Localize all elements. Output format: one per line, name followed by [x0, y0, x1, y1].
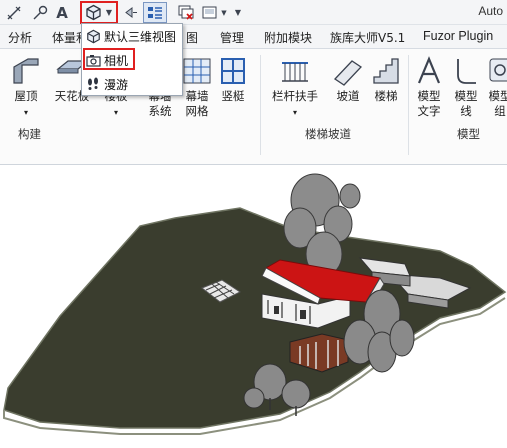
stair-icon — [373, 58, 399, 84]
tab-manage[interactable]: 管理 — [220, 29, 244, 46]
tab-fuzor-plugin[interactable]: Fuzor Plugin — [423, 29, 493, 43]
ramp-icon — [333, 60, 363, 86]
model-text-button[interactable]: 模型 文字 — [412, 55, 446, 119]
chevron-down-icon: ▾ — [23, 108, 28, 117]
quick-access-toolbar: A ▼ ▼ ▼ Auto — [0, 0, 507, 25]
text-icon[interactable]: A — [55, 3, 69, 22]
railing-label: 栏杆扶手 — [272, 89, 318, 103]
tab-analyze[interactable]: 分析 — [8, 29, 32, 46]
customize-arrow-icon[interactable]: ▼ — [233, 3, 243, 22]
mullion-button[interactable]: 竖梃 — [216, 55, 250, 104]
curtain-grid-icon — [183, 58, 211, 84]
walkthrough-footprints-icon — [85, 76, 101, 92]
model-text-icon — [417, 56, 441, 84]
mullion-icon — [221, 58, 245, 84]
model-group-label: 模型 组 — [488, 89, 507, 118]
menu-item-label: 默认三维视图 — [104, 29, 177, 44]
tab-addins[interactable]: 附加模块 — [264, 29, 312, 46]
tab-view[interactable]: 图 — [186, 29, 198, 46]
section-icon[interactable] — [121, 3, 139, 22]
group-label-model: 模型 — [457, 127, 480, 141]
dropdown-arrow-icon[interactable]: ▼ — [220, 3, 228, 22]
menu-item-label: 漫游 — [104, 77, 129, 92]
chevron-down-icon: ▾ — [292, 108, 297, 117]
model-line-button[interactable]: 模型 线 — [450, 55, 482, 119]
camera-highlight-box — [83, 48, 135, 70]
toolbar-highlight-box — [80, 1, 118, 24]
model-group-icon — [489, 58, 507, 82]
menu-item-default-3d-view[interactable]: 默认三维视图 — [85, 26, 181, 46]
3d-model-view — [3, 173, 507, 435]
tab-family-master[interactable]: 族库大师V5.1 — [330, 29, 405, 46]
window-title: Auto — [478, 4, 503, 18]
model-line-icon — [457, 59, 476, 84]
railing-icon — [282, 62, 308, 82]
3d-view-dropdown-menu: 默认三维视图 相机 漫游 — [81, 23, 183, 96]
stair-button[interactable]: 楼梯 — [368, 55, 404, 104]
ribbon-panel: 屋顶 ▾ 天花板 楼板 ▾ 幕墙 系统 幕墙 网格 竖梃 构建 栏杆扶手 ▾ 坡道 楼… — [0, 49, 507, 165]
mullion-label: 竖梃 — [221, 89, 245, 103]
group-separator — [260, 55, 261, 155]
close-hidden-icon[interactable] — [175, 3, 195, 22]
roof-icon — [13, 58, 39, 84]
ramp-label: 坡道 — [336, 89, 360, 103]
stair-label: 楼梯 — [374, 89, 398, 103]
ribbon-tabs: 分析 体量和 图 管理 附加模块 族库大师V5.1 Fuzor Plugin — [0, 25, 507, 49]
roof-button[interactable]: 屋顶 ▾ — [6, 55, 46, 120]
menu-item-walkthrough[interactable]: 漫游 — [85, 74, 181, 94]
railing-button[interactable]: 栏杆扶手 ▾ — [266, 55, 324, 120]
group-label-circulation: 楼梯坡道 — [305, 127, 351, 141]
chevron-down-icon: ▾ — [113, 108, 118, 117]
roof-label: 屋顶 — [14, 89, 38, 103]
group-label-build: 构建 — [18, 127, 41, 141]
curtain-grid-button[interactable]: 幕墙 网格 — [180, 55, 214, 119]
model-group-button[interactable]: 模型 组 — [486, 55, 507, 119]
group-separator — [408, 55, 409, 155]
3d-view-icon — [85, 28, 101, 44]
tag-icon[interactable] — [30, 3, 50, 22]
curtain-grid-label: 幕墙 网格 — [185, 89, 209, 118]
ramp-button[interactable]: 坡道 — [330, 55, 366, 104]
model-line-label: 模型 线 — [454, 89, 478, 118]
model-text-label: 模型 文字 — [417, 89, 441, 118]
measure-icon[interactable] — [4, 3, 24, 22]
sheet-icon[interactable] — [199, 3, 219, 22]
3d-viewport[interactable] — [0, 166, 507, 448]
switch-windows-icon[interactable] — [143, 2, 167, 23]
